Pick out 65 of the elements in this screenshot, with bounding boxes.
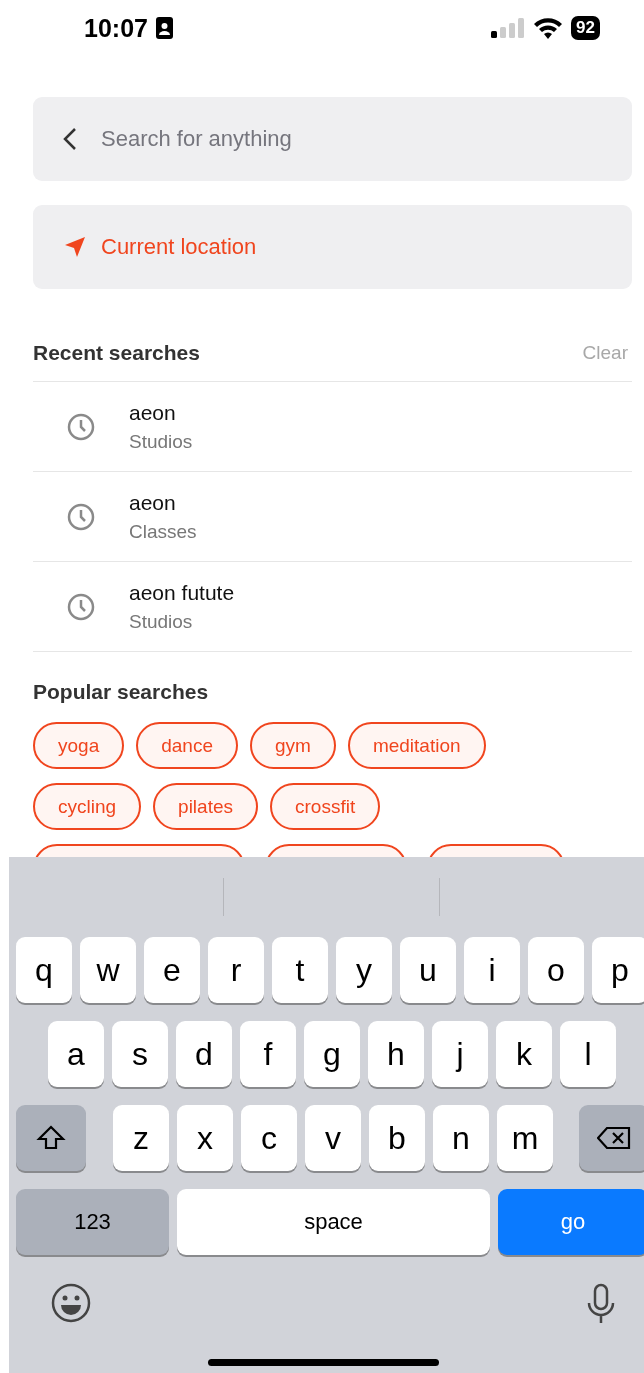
search-category: Studios (129, 430, 193, 453)
letter-key[interactable]: c (241, 1105, 297, 1171)
shift-arrow-icon (36, 1124, 66, 1152)
location-arrow-icon (63, 235, 87, 259)
clock-icon (67, 592, 95, 621)
go-key[interactable]: go (498, 1189, 644, 1255)
letter-key[interactable]: r (208, 937, 264, 1003)
emoji-icon[interactable] (51, 1283, 91, 1323)
letter-key[interactable]: o (528, 937, 584, 1003)
letter-key[interactable]: p (592, 937, 644, 1003)
letter-key[interactable]: f (240, 1021, 296, 1087)
letter-key[interactable]: g (304, 1021, 360, 1087)
letter-key[interactable]: n (433, 1105, 489, 1171)
backspace-icon (597, 1126, 631, 1150)
search-chip[interactable]: gym (250, 722, 336, 769)
back-icon[interactable] (63, 127, 77, 151)
search-field[interactable]: Search for anything (99, 125, 612, 153)
recent-search-item[interactable]: aeon Classes (33, 472, 632, 562)
letter-key[interactable]: w (80, 937, 136, 1003)
letter-key[interactable]: z (113, 1105, 169, 1171)
search-chip[interactable]: yoga (33, 722, 125, 769)
clock-icon (67, 502, 95, 531)
search-category: Classes (129, 520, 197, 543)
search-chip[interactable]: dance (136, 722, 238, 769)
letter-key[interactable]: q (16, 937, 72, 1003)
letter-key[interactable]: i (464, 937, 520, 1003)
letter-key[interactable]: x (177, 1105, 233, 1171)
letter-key[interactable]: t (272, 937, 328, 1003)
search-category: Studios (129, 610, 194, 633)
clock: 10:07 (84, 13, 148, 43)
search-chip[interactable]: pilates (153, 783, 258, 830)
search-chip[interactable]: cycling (33, 783, 142, 830)
letter-key[interactable]: v (305, 1105, 361, 1171)
letter-key[interactable]: k (496, 1021, 552, 1087)
clock-icon (67, 412, 95, 441)
wifi-icon (533, 17, 564, 39)
letter-key[interactable]: m (497, 1105, 553, 1171)
search-query: aeon futute (129, 580, 235, 605)
letter-key[interactable]: u (400, 937, 456, 1003)
shift-key[interactable] (16, 1105, 86, 1171)
search-chip[interactable]: meditation (347, 722, 486, 769)
letter-key[interactable]: y (336, 937, 392, 1003)
letter-key[interactable]: d (176, 1021, 232, 1087)
letter-key[interactable]: b (369, 1105, 425, 1171)
letter-key[interactable]: l (560, 1021, 616, 1087)
letter-key[interactable]: s (112, 1021, 168, 1087)
space-key[interactable]: space (177, 1189, 490, 1255)
recent-search-item[interactable]: aeon Studios (33, 382, 632, 472)
search-chip[interactable]: crossfit (270, 783, 381, 830)
letter-key[interactable]: a (48, 1021, 104, 1087)
backspace-key[interactable] (579, 1105, 644, 1171)
letter-key[interactable]: h (368, 1021, 424, 1087)
section-title: Popular searches (33, 680, 210, 704)
contact-card-icon (155, 17, 173, 39)
section-title: Recent searches (33, 341, 200, 365)
letter-key[interactable]: j (432, 1021, 488, 1087)
numbers-key[interactable]: 123 (16, 1189, 169, 1255)
letter-key[interactable]: e (144, 937, 200, 1003)
search-bar[interactable]: Search for anything (33, 97, 632, 181)
search-query: aeon (129, 490, 177, 515)
recent-search-item[interactable]: aeon futute Studios (33, 562, 632, 652)
battery-level: 92 (571, 16, 600, 40)
microphone-icon[interactable] (586, 1283, 616, 1325)
search-query: aeon (129, 400, 177, 425)
signal-icon (491, 18, 526, 38)
